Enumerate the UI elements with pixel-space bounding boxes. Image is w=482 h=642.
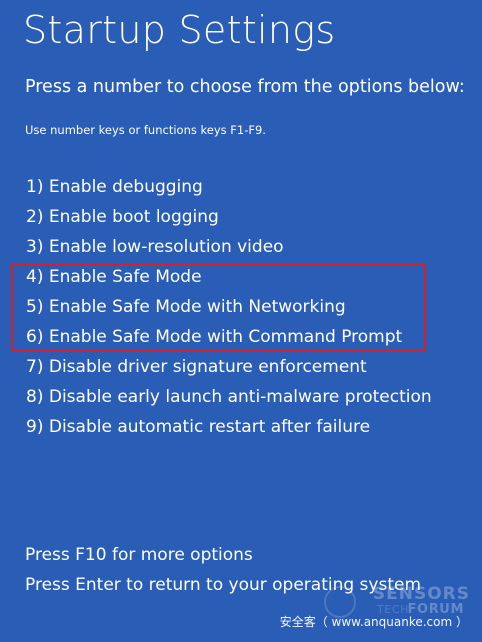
instructions-text: Press a number to choose from the option…	[25, 77, 465, 97]
option-enable-debugging[interactable]: 1) Enable debugging	[26, 175, 432, 205]
watermark-url: 安全客（ www.anquanke.com ）	[279, 615, 468, 629]
sensors-tech-forum-logo: SENSORS TECH FORUM	[322, 584, 472, 618]
keys-hint-text: Use number keys or functions keys F1-F9.	[25, 123, 266, 137]
option-disable-driver-signature-enforcement[interactable]: 7) Disable driver signature enforcement	[26, 355, 432, 385]
safe-mode-highlight-box	[11, 263, 426, 351]
option-disable-early-launch-anti-malware[interactable]: 8) Disable early launch anti-malware pro…	[26, 385, 432, 415]
logo-text-sensors: SENSORS	[372, 584, 470, 604]
option-enable-boot-logging[interactable]: 2) Enable boot logging	[26, 205, 432, 235]
watermark: SENSORS TECH FORUM 安全客（ www.anquanke.com…	[276, 580, 476, 630]
option-enable-low-resolution-video[interactable]: 3) Enable low-resolution video	[26, 235, 432, 265]
option-disable-automatic-restart[interactable]: 9) Disable automatic restart after failu…	[26, 415, 432, 445]
more-options-text[interactable]: Press F10 for more options	[25, 545, 253, 565]
page-title: Startup Settings	[23, 8, 336, 52]
